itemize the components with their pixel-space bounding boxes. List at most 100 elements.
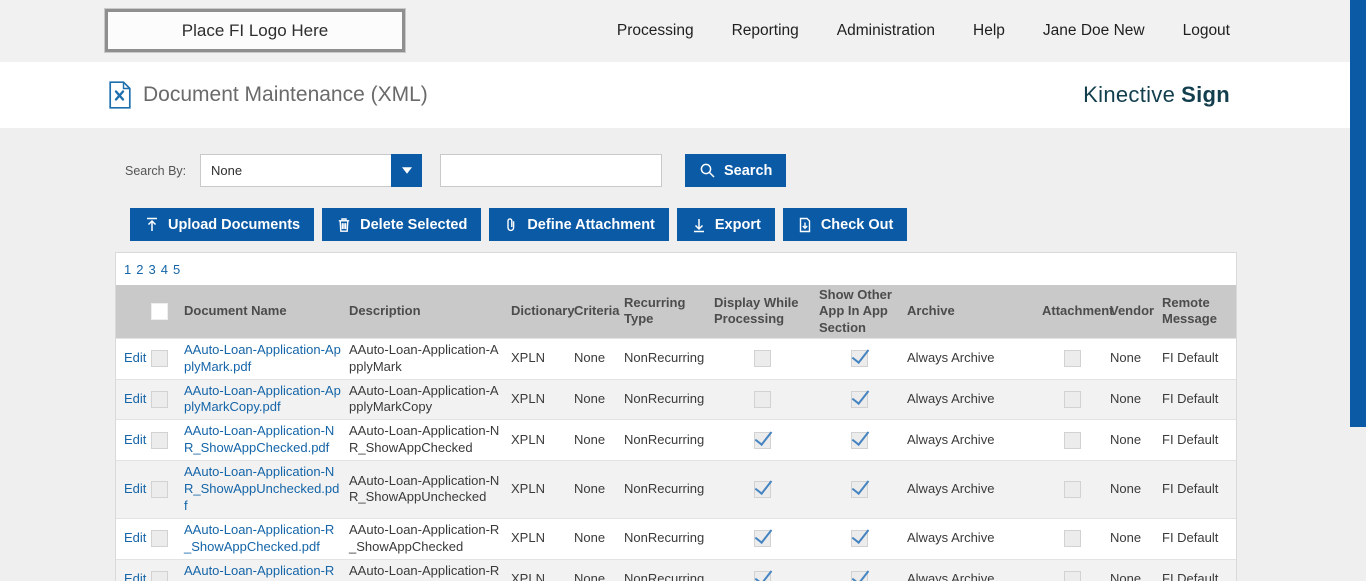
document-name-link[interactable]: AAuto-Loan-Application-R_ShowAppChecked.… xyxy=(184,522,334,554)
brand-name: Kinective xyxy=(1083,82,1175,107)
display-while-processing-checkbox xyxy=(754,432,771,449)
document-name-link[interactable]: AAuto-Loan-Application-NR_ShowAppChecked… xyxy=(184,423,334,455)
vendor-cell: None xyxy=(1110,379,1162,420)
row-select-checkbox[interactable] xyxy=(151,391,168,408)
recurring-type-cell: NonRecurring xyxy=(624,379,714,420)
edit-link[interactable]: Edit xyxy=(124,350,146,365)
chevron-down-icon[interactable] xyxy=(391,154,422,187)
attachment-checkbox xyxy=(1064,432,1081,449)
documents-panel: 1 2 3 4 5 Document Name Description Dict… xyxy=(115,252,1237,581)
page-link-4[interactable]: 4 xyxy=(161,262,168,277)
edit-link[interactable]: Edit xyxy=(124,481,146,496)
show-other-app-checkbox xyxy=(851,571,868,581)
show-other-app-checkbox xyxy=(851,350,868,367)
nav-reporting[interactable]: Reporting xyxy=(732,22,799,40)
paperclip-icon xyxy=(503,217,519,233)
delete-selected-button[interactable]: Delete Selected xyxy=(322,208,481,241)
col-recurring-type: Recurring Type xyxy=(624,285,714,338)
table-row: Edit AAuto-Loan-Application-R_ShowAppUnc… xyxy=(116,559,1236,581)
fi-logo-placeholder: Place FI Logo Here xyxy=(105,9,405,52)
document-name-link[interactable]: AAuto-Loan-Application-ApplyMarkCopy.pdf xyxy=(184,383,341,415)
archive-cell: Always Archive xyxy=(907,518,1042,559)
edit-link[interactable]: Edit xyxy=(124,391,146,406)
row-select-checkbox[interactable] xyxy=(151,571,168,581)
col-attachment: Attachment xyxy=(1042,285,1110,338)
pagination: 1 2 3 4 5 xyxy=(116,253,1236,285)
delete-selected-label: Delete Selected xyxy=(360,217,467,233)
col-criteria: Criteria xyxy=(574,285,624,338)
edit-link[interactable]: Edit xyxy=(124,432,146,447)
attachment-checkbox xyxy=(1064,530,1081,547)
dictionary-cell: XPLN xyxy=(511,559,574,581)
search-by-dropdown-value: None xyxy=(201,163,242,178)
nav-help[interactable]: Help xyxy=(973,22,1005,40)
page-link-1[interactable]: 1 xyxy=(124,262,131,277)
document-name-link[interactable]: AAuto-Loan-Application-R_ShowAppUnchecke… xyxy=(184,563,334,581)
description-cell: AAuto-Loan-Application-R_ShowAppChecked xyxy=(349,518,511,559)
vendor-cell: None xyxy=(1110,461,1162,519)
nav-processing[interactable]: Processing xyxy=(617,22,694,40)
recurring-type-cell: NonRecurring xyxy=(624,559,714,581)
row-select-checkbox[interactable] xyxy=(151,530,168,547)
upload-documents-button[interactable]: Upload Documents xyxy=(130,208,314,241)
scrollbar-track[interactable] xyxy=(1350,0,1366,581)
col-vendor: Vendor xyxy=(1110,285,1162,338)
top-navigation: Processing Reporting Administration Help… xyxy=(617,0,1230,62)
select-all-checkbox[interactable] xyxy=(151,303,168,320)
recurring-type-cell: NonRecurring xyxy=(624,518,714,559)
select-all-header xyxy=(151,285,184,338)
remote-message-cell: FI Default xyxy=(1162,461,1236,519)
search-by-label: Search By: xyxy=(125,164,200,178)
description-cell: AAuto-Loan-Application-ApplyMarkCopy xyxy=(349,379,511,420)
attachment-checkbox xyxy=(1064,481,1081,498)
remote-message-cell: FI Default xyxy=(1162,379,1236,420)
description-cell: AAuto-Loan-Application-ApplyMark xyxy=(349,338,511,379)
criteria-cell: None xyxy=(574,518,624,559)
edit-link[interactable]: Edit xyxy=(124,530,146,545)
edit-link[interactable]: Edit xyxy=(124,571,146,581)
document-name-link[interactable]: AAuto-Loan-Application-NR_ShowAppUncheck… xyxy=(184,464,339,513)
table-row: Edit AAuto-Loan-Application-ApplyMarkCop… xyxy=(116,379,1236,420)
dictionary-cell: XPLN xyxy=(511,461,574,519)
col-archive: Archive xyxy=(907,285,1042,338)
remote-message-cell: FI Default xyxy=(1162,559,1236,581)
archive-cell: Always Archive xyxy=(907,559,1042,581)
description-cell: AAuto-Loan-Application-R_ShowAppUnchecke… xyxy=(349,559,511,581)
table-row: Edit AAuto-Loan-Application-ApplyMark.pd… xyxy=(116,338,1236,379)
scrollbar-thumb[interactable] xyxy=(1350,0,1366,427)
nav-logout[interactable]: Logout xyxy=(1183,22,1230,40)
nav-user-jane-doe-new[interactable]: Jane Doe New xyxy=(1043,22,1145,40)
page-link-2[interactable]: 2 xyxy=(136,262,143,277)
search-button-label: Search xyxy=(724,163,772,179)
col-show-other-app: Show Other App In App Section xyxy=(819,285,907,338)
row-select-checkbox[interactable] xyxy=(151,350,168,367)
criteria-cell: None xyxy=(574,338,624,379)
col-document-name: Document Name xyxy=(184,285,349,338)
show-other-app-checkbox xyxy=(851,481,868,498)
description-cell: AAuto-Loan-Application-NR_ShowAppChecked xyxy=(349,420,511,461)
export-button[interactable]: Export xyxy=(677,208,775,241)
recurring-type-cell: NonRecurring xyxy=(624,461,714,519)
search-row: Search By: None Search xyxy=(125,154,1366,187)
document-name-link[interactable]: AAuto-Loan-Application-ApplyMark.pdf xyxy=(184,342,341,374)
search-by-dropdown[interactable]: None xyxy=(200,154,422,187)
nav-administration[interactable]: Administration xyxy=(837,22,935,40)
define-attachment-button[interactable]: Define Attachment xyxy=(489,208,669,241)
page-link-3[interactable]: 3 xyxy=(148,262,155,277)
display-while-processing-checkbox xyxy=(754,571,771,581)
export-label: Export xyxy=(715,217,761,233)
page-link-5[interactable]: 5 xyxy=(173,262,180,277)
row-select-checkbox[interactable] xyxy=(151,481,168,498)
criteria-cell: None xyxy=(574,379,624,420)
dictionary-cell: XPLN xyxy=(511,518,574,559)
search-button[interactable]: Search xyxy=(685,154,786,187)
check-out-button[interactable]: Check Out xyxy=(783,208,908,241)
row-select-checkbox[interactable] xyxy=(151,432,168,449)
col-remote-message: Remote Message xyxy=(1162,285,1236,338)
page-title: Document Maintenance (XML) xyxy=(143,83,428,107)
search-input[interactable] xyxy=(440,154,662,187)
check-out-icon xyxy=(797,217,813,233)
xml-document-icon xyxy=(108,81,132,109)
archive-cell: Always Archive xyxy=(907,338,1042,379)
criteria-cell: None xyxy=(574,559,624,581)
